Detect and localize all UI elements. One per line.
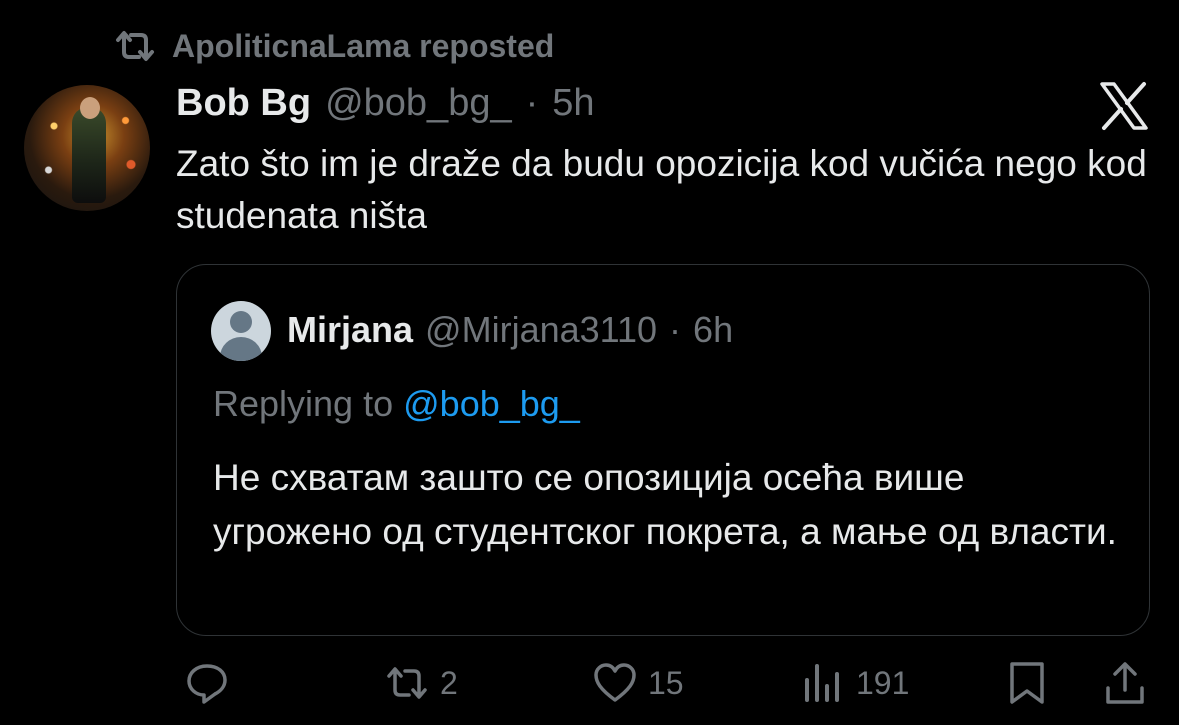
author-avatar[interactable]: [24, 85, 150, 211]
share-button[interactable]: [1102, 660, 1148, 706]
repost-label[interactable]: ApoliticnaLama reposted: [172, 28, 554, 65]
quote-text: Не схватам зашто се опозиција осећа више…: [213, 457, 1117, 552]
heart-icon: [594, 663, 636, 702]
tweet-time[interactable]: 5h: [552, 82, 594, 125]
repost-count: 2: [440, 664, 458, 701]
reply-icon: [187, 664, 227, 704]
repost-indicator[interactable]: ApoliticnaLama reposted: [112, 26, 554, 66]
quote-time[interactable]: 6h: [693, 309, 733, 351]
quote-avatar[interactable]: [211, 301, 271, 361]
separator-dot: ·: [525, 82, 539, 124]
x-logo-icon: [1100, 82, 1148, 130]
share-icon: [1106, 662, 1144, 704]
author-name[interactable]: Bob Bg: [176, 82, 311, 125]
views-icon: [805, 664, 839, 702]
views-button[interactable]: 191: [800, 660, 909, 706]
replying-prefix: Replying to: [213, 383, 394, 424]
quote-separator-dot: ·: [669, 309, 682, 350]
action-bar: 2 15 191: [0, 660, 1179, 716]
author-handle[interactable]: @bob_bg_: [325, 82, 512, 125]
replying-mention[interactable]: @bob_bg_: [403, 383, 580, 424]
quote-author-handle[interactable]: @Mirjana3110: [425, 309, 657, 351]
tweet-header: Bob Bg @bob_bg_ · 5h: [176, 82, 595, 125]
quote-header: Mirjana @Mirjana3110 · 6h: [287, 309, 733, 351]
quoted-tweet[interactable]: Mirjana @Mirjana3110 · 6h Replying to @b…: [176, 264, 1150, 636]
views-count: 191: [856, 664, 910, 701]
like-count: 15: [648, 664, 684, 701]
bookmark-icon: [1010, 662, 1044, 704]
bookmark-button[interactable]: [1004, 660, 1050, 706]
reply-button[interactable]: [184, 660, 240, 706]
like-button[interactable]: 15: [592, 660, 684, 706]
tweet-text: Zato što im je draže da budu opozicija k…: [176, 143, 1147, 236]
replying-to: Replying to @bob_bg_: [213, 383, 580, 425]
repost-button[interactable]: 2: [384, 660, 458, 706]
repost-icon: [116, 31, 154, 61]
quote-author-name[interactable]: Mirjana: [287, 309, 413, 351]
repost-action-icon: [387, 667, 427, 699]
